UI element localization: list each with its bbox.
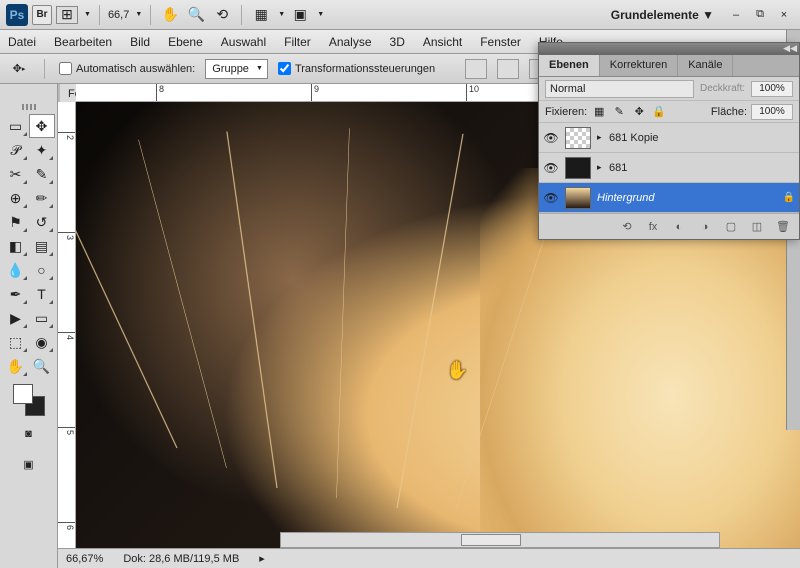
photoshop-logo-icon: Ps bbox=[6, 4, 28, 26]
dodge-tool[interactable]: ○ bbox=[29, 258, 55, 282]
layer-name[interactable]: 681 bbox=[609, 162, 795, 174]
blend-mode-dropdown[interactable]: Normal bbox=[545, 80, 694, 98]
toolbox: ▭✥ 𝒫✦ ✂✎ ⊕✏ ⚑↺ ◧▤ 💧○ ✒T ▶▭ ⬚◉ ✋🔍 ◙ ▣ bbox=[0, 84, 58, 568]
menu-fenster[interactable]: Fenster bbox=[480, 35, 521, 49]
zoom-value[interactable]: 66,7 bbox=[108, 9, 129, 21]
move-tool-indicator-icon: ✥▸ bbox=[8, 58, 30, 80]
bridge-icon[interactable]: Br bbox=[32, 5, 52, 25]
path-select-tool[interactable]: ▶ bbox=[3, 306, 29, 330]
marquee-tool[interactable]: ▭ bbox=[3, 114, 29, 138]
group-icon[interactable]: ▢ bbox=[723, 219, 739, 235]
menu-bearbeiten[interactable]: Bearbeiten bbox=[54, 35, 112, 49]
layer-thumbnail[interactable] bbox=[565, 187, 591, 209]
history-brush-tool[interactable]: ↺ bbox=[29, 210, 55, 234]
quickmask-icon[interactable]: ◙ bbox=[16, 422, 42, 446]
lock-position-icon[interactable]: ✥ bbox=[631, 104, 647, 120]
status-dok[interactable]: Dok: 28,6 MB/119,5 MB bbox=[123, 553, 239, 565]
3d-camera-tool[interactable]: ◉ bbox=[29, 330, 55, 354]
layer-style-icon[interactable]: fx bbox=[645, 219, 661, 235]
statusbar: 66,67% Dok: 28,6 MB/119,5 MB ▸ bbox=[58, 548, 800, 568]
tab-ebenen[interactable]: Ebenen bbox=[539, 55, 600, 76]
close-icon[interactable]: × bbox=[776, 8, 792, 22]
fill-label: Fläche: bbox=[711, 106, 747, 118]
lock-transparency-icon[interactable]: ▦ bbox=[591, 104, 607, 120]
minibridge-icon[interactable] bbox=[56, 6, 78, 24]
menu-3d[interactable]: 3D bbox=[390, 35, 405, 49]
tab-kanale[interactable]: Kanäle bbox=[678, 55, 733, 76]
autoselect-dropdown[interactable]: Gruppe bbox=[205, 59, 268, 79]
adjustment-layer-icon[interactable]: ◑ bbox=[697, 219, 713, 235]
healing-tool[interactable]: ⊕ bbox=[3, 186, 29, 210]
layer-name[interactable]: 681 Kopie bbox=[609, 132, 795, 144]
lock-all-icon[interactable]: 🔒 bbox=[651, 104, 667, 120]
panel-collapse-icon[interactable]: ◀◀ bbox=[783, 43, 797, 54]
opacity-label: Deckkraft: bbox=[700, 83, 745, 94]
lasso-tool[interactable]: 𝒫 bbox=[3, 138, 29, 162]
titlebar: Ps Br ▼ 66,7▼ ✋ 🔍 ⟲ ▦▼ ▣▼ Grundelemente … bbox=[0, 0, 800, 30]
menu-auswahl[interactable]: Auswahl bbox=[221, 35, 266, 49]
layer-mask-icon[interactable]: ◐ bbox=[671, 219, 687, 235]
panel-footer: ⟲ fx ◐ ◑ ▢ ◫ 🗑 bbox=[539, 213, 799, 239]
screen-mode-icon[interactable]: ▣ bbox=[289, 4, 311, 26]
workspace-switcher[interactable]: Grundelemente ▼ bbox=[611, 8, 714, 22]
lock-label: Fixieren: bbox=[545, 106, 587, 118]
fill-value[interactable]: 100% bbox=[751, 104, 793, 120]
color-swatches[interactable] bbox=[13, 384, 45, 416]
new-layer-icon[interactable]: ◫ bbox=[749, 219, 765, 235]
gradient-tool[interactable]: ▤ bbox=[29, 234, 55, 258]
layer-thumbnail[interactable] bbox=[565, 127, 591, 149]
layers-panel: ◀◀ Ebenen Korrekturen Kanäle Normal Deck… bbox=[538, 42, 800, 240]
lock-pixels-icon[interactable]: ✎ bbox=[611, 104, 627, 120]
fg-color-swatch[interactable] bbox=[13, 384, 33, 404]
delete-layer-icon[interactable]: 🗑 bbox=[775, 219, 791, 235]
autoselect-check[interactable]: Automatisch auswählen: bbox=[59, 62, 195, 75]
hand-tool[interactable]: ✋ bbox=[3, 354, 29, 378]
zoom-tool[interactable]: 🔍 bbox=[29, 354, 55, 378]
layer-row[interactable]: 👁 ▸ 681 Kopie bbox=[539, 123, 799, 153]
align-vcenter-icon[interactable] bbox=[497, 59, 519, 79]
menu-filter[interactable]: Filter bbox=[284, 35, 311, 49]
status-zoom[interactable]: 66,67% bbox=[66, 553, 103, 565]
visibility-icon[interactable]: 👁 bbox=[543, 130, 559, 146]
restore-icon[interactable]: ⧉ bbox=[752, 8, 768, 22]
layer-row[interactable]: 👁 ▸ 681 bbox=[539, 153, 799, 183]
minimize-icon[interactable]: – bbox=[728, 8, 744, 22]
scrollbar-horizontal[interactable] bbox=[280, 532, 720, 548]
lock-icon: 🔒 bbox=[783, 192, 795, 203]
blur-tool[interactable]: 💧 bbox=[3, 258, 29, 282]
hand-cursor-icon: ✋ bbox=[446, 360, 468, 381]
tab-korrekturen[interactable]: Korrekturen bbox=[600, 55, 678, 76]
screenmode-icon[interactable]: ▣ bbox=[16, 452, 42, 476]
rotate-view-icon[interactable]: ⟲ bbox=[211, 4, 233, 26]
menu-analyse[interactable]: Analyse bbox=[329, 35, 372, 49]
crop-tool[interactable]: ✂ bbox=[3, 162, 29, 186]
layer-row[interactable]: 👁 Hintergrund 🔒 bbox=[539, 183, 799, 213]
visibility-icon[interactable]: 👁 bbox=[543, 160, 559, 176]
ruler-vertical[interactable]: 2 3 4 5 6 bbox=[58, 102, 76, 548]
hand-tool-icon[interactable]: ✋ bbox=[159, 4, 181, 26]
align-top-icon[interactable] bbox=[465, 59, 487, 79]
layer-name[interactable]: Hintergrund bbox=[597, 192, 777, 204]
menu-datei[interactable]: Datei bbox=[8, 35, 36, 49]
type-tool[interactable]: T bbox=[29, 282, 55, 306]
pen-tool[interactable]: ✒ bbox=[3, 282, 29, 306]
3d-tool[interactable]: ⬚ bbox=[3, 330, 29, 354]
visibility-icon[interactable]: 👁 bbox=[543, 190, 559, 206]
wand-tool[interactable]: ✦ bbox=[29, 138, 55, 162]
move-tool[interactable]: ✥ bbox=[29, 114, 55, 138]
zoom-tool-icon[interactable]: 🔍 bbox=[185, 4, 207, 26]
eyedropper-tool[interactable]: ✎ bbox=[29, 162, 55, 186]
menu-bild[interactable]: Bild bbox=[130, 35, 150, 49]
shape-tool[interactable]: ▭ bbox=[29, 306, 55, 330]
menu-ebene[interactable]: Ebene bbox=[168, 35, 203, 49]
arrange-docs-icon[interactable]: ▦ bbox=[250, 4, 272, 26]
opacity-value[interactable]: 100% bbox=[751, 81, 793, 97]
menu-ansicht[interactable]: Ansicht bbox=[423, 35, 462, 49]
eraser-tool[interactable]: ◧ bbox=[3, 234, 29, 258]
transform-check[interactable]: Transformationssteuerungen bbox=[278, 62, 435, 75]
stamp-tool[interactable]: ⚑ bbox=[3, 210, 29, 234]
layer-thumbnail[interactable] bbox=[565, 157, 591, 179]
brush-tool[interactable]: ✏ bbox=[29, 186, 55, 210]
link-layers-icon[interactable]: ⟲ bbox=[619, 219, 635, 235]
